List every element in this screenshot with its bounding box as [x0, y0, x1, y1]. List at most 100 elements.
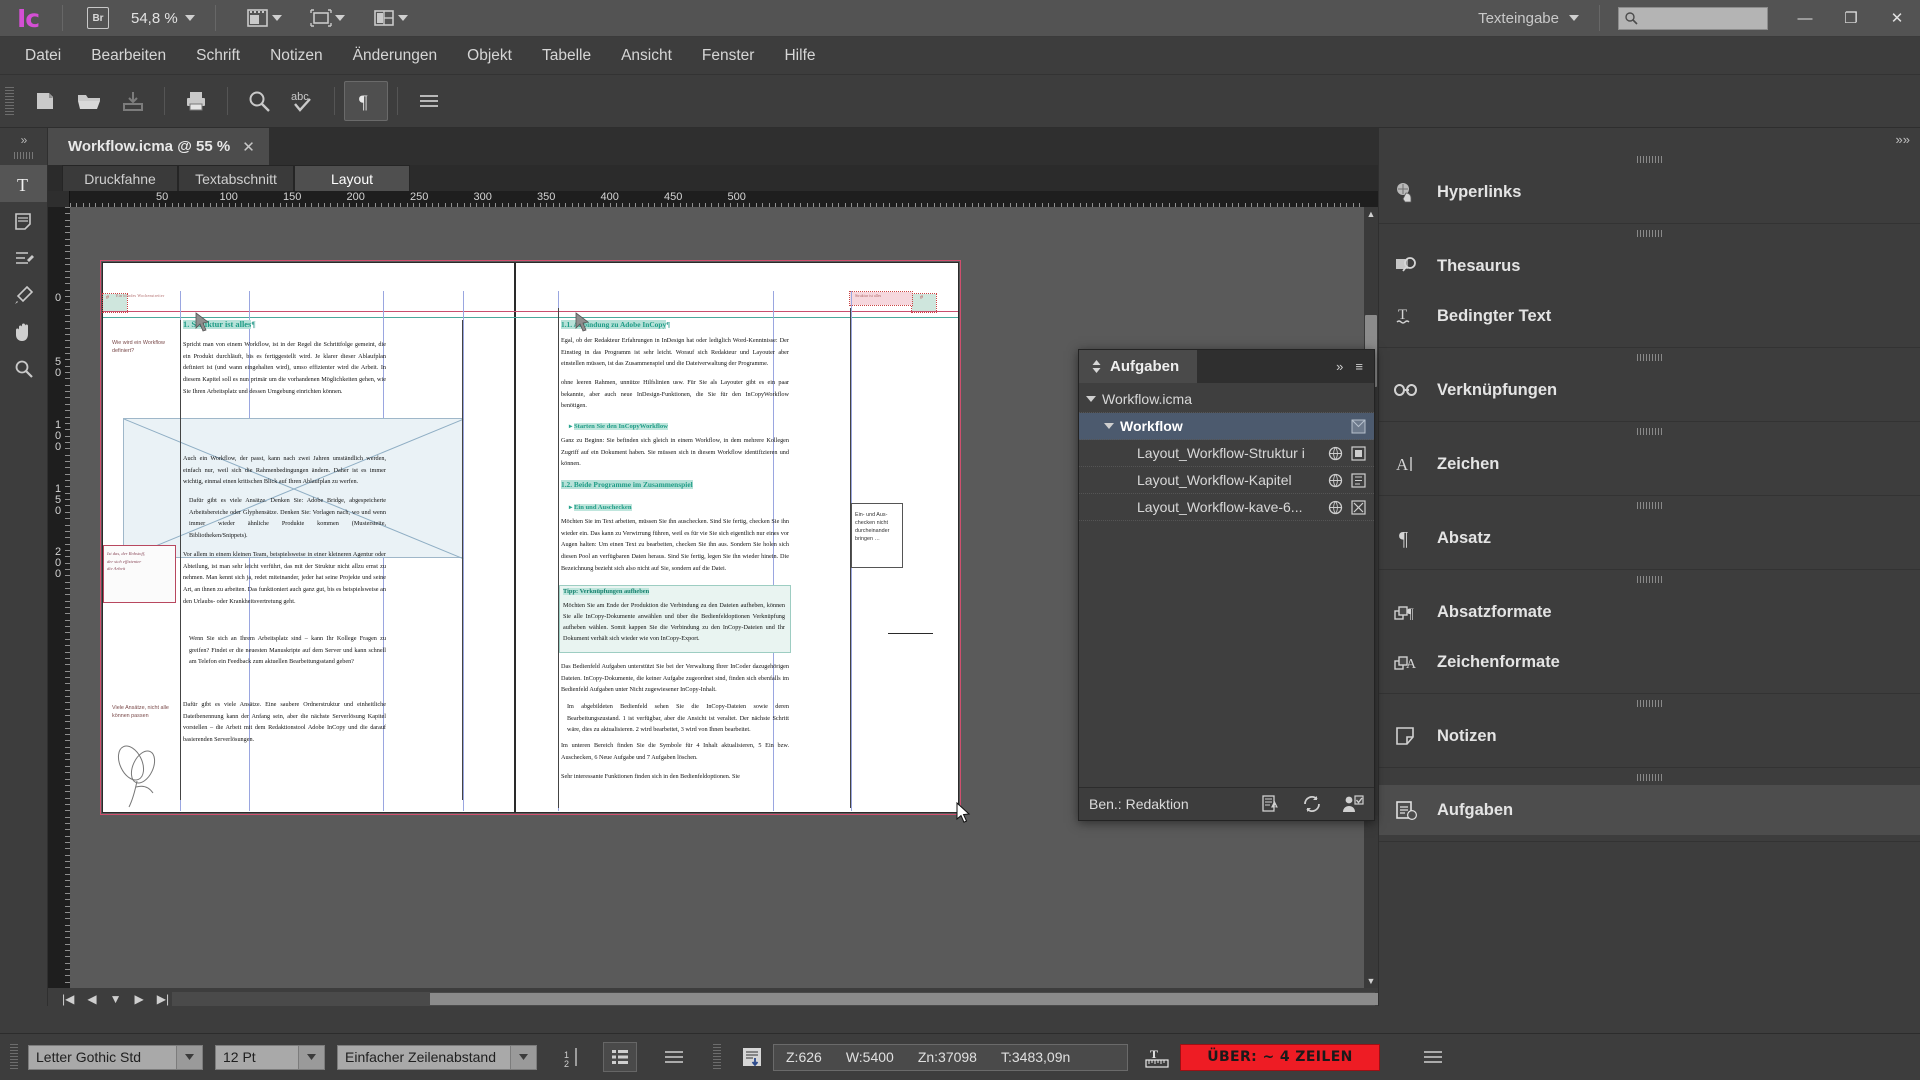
panel-hyperlinks[interactable]: Hyperlinks	[1379, 167, 1920, 217]
check-in-out-icon[interactable]	[1302, 795, 1322, 813]
chevron-down-icon[interactable]	[510, 1045, 536, 1069]
restore-button[interactable]: ❐	[1828, 0, 1874, 37]
outdated-icon[interactable]	[1351, 445, 1366, 461]
available-icon[interactable]	[1328, 446, 1343, 461]
paragraph-align-icon[interactable]: 12	[555, 1042, 589, 1072]
menu-notizen[interactable]: Notizen	[255, 42, 338, 70]
status-menu-icon[interactable]	[1416, 1042, 1450, 1072]
open-document-button[interactable]	[67, 81, 111, 121]
scroll-up-icon[interactable]: ▲	[1364, 207, 1378, 221]
scroll-down-icon[interactable]: ▼	[1364, 974, 1378, 988]
tab-druckfahne[interactable]: Druckfahne	[62, 165, 178, 191]
menu-fenster[interactable]: Fenster	[687, 42, 770, 70]
horizontal-scrollbar[interactable]	[172, 992, 1391, 1006]
zoom-tool[interactable]	[0, 350, 47, 387]
text-statistics-field[interactable]: Z:626 W:5400 Zn:37098 T:3483,09n	[773, 1043, 1128, 1071]
document-tab[interactable]: Workflow.icma @ 55 % ✕	[48, 128, 269, 165]
panel-paragraph-styles[interactable]: ¶ Absatzformate	[1379, 587, 1920, 637]
panel-thesaurus[interactable]: Thesaurus	[1379, 241, 1920, 291]
assignment-row-kapitel[interactable]: Layout_Workflow-Kapitel	[1079, 467, 1374, 494]
track-changes-tool[interactable]	[0, 239, 47, 276]
assignments-panel-tab[interactable]: Aufgaben	[1079, 350, 1198, 383]
chevron-down-icon[interactable]	[176, 1045, 202, 1069]
close-button[interactable]: ✕	[1874, 0, 1920, 37]
menu-objekt[interactable]: Objekt	[452, 42, 527, 70]
panel-character[interactable]: A Zeichen	[1379, 439, 1920, 489]
page-forward-button[interactable]: ▶	[134, 992, 143, 1006]
horizontal-scroll-thumb[interactable]	[430, 993, 1391, 1005]
eyedropper-tool[interactable]	[0, 276, 47, 313]
panel-drag-handle[interactable]	[1636, 428, 1663, 435]
workspace-switcher[interactable]: Texteingabe	[1478, 10, 1593, 27]
menu-icon[interactable]	[657, 1042, 691, 1072]
close-icon[interactable]: ✕	[242, 138, 255, 156]
ruler-corner[interactable]	[48, 191, 70, 207]
dock-collapse-button[interactable]: »»	[1896, 132, 1910, 147]
text-flow-icon[interactable]	[735, 1042, 769, 1072]
minimize-button[interactable]: —	[1782, 0, 1828, 37]
hand-tool[interactable]	[0, 313, 47, 350]
panel-collapse-button[interactable]: »	[1336, 359, 1343, 374]
panel-paragraph[interactable]: ¶ Absatz	[1379, 513, 1920, 563]
type-tool[interactable]: T	[0, 165, 47, 202]
font-family-select[interactable]: Letter Gothic Std	[28, 1044, 203, 1070]
assignment-row-struktur[interactable]: Layout_Workflow-Struktur i	[1079, 440, 1374, 467]
panel-assignments[interactable]: Aufgaben	[1379, 785, 1920, 835]
menu-schrift[interactable]: Schrift	[181, 42, 255, 70]
tools-drag-handle[interactable]	[13, 152, 34, 159]
bridge-icon[interactable]: Br	[87, 7, 109, 29]
screen-mode-button[interactable]	[307, 6, 348, 30]
toolbar-drag-handle[interactable]	[5, 87, 14, 115]
assignment-row-workflow[interactable]: Workflow	[1079, 413, 1374, 440]
find-replace-button[interactable]	[237, 81, 281, 121]
tools-expand-button[interactable]: »	[0, 128, 47, 150]
first-page-button[interactable]: |◀	[62, 992, 74, 1006]
editing-icon[interactable]	[1351, 472, 1366, 488]
panel-links[interactable]: Verknüpfungen	[1379, 365, 1920, 415]
text-measure-icon[interactable]: T	[1140, 1042, 1174, 1072]
menu-bearbeiten[interactable]: Bearbeiten	[76, 42, 181, 70]
panel-drag-handle[interactable]	[1636, 230, 1663, 237]
assignment-row-kave[interactable]: Layout_Workflow-kave-6...	[1079, 494, 1374, 521]
handwritten-note-frame[interactable]: Ist das, der Rohstoff, der sich effizient…	[103, 545, 176, 603]
vertical-ruler[interactable]: 0 50 100 150 200	[48, 207, 70, 988]
new-assignment-icon[interactable]	[1342, 795, 1364, 813]
previous-page-button[interactable]: ◀	[87, 992, 96, 1006]
panel-drag-handle[interactable]	[1636, 700, 1663, 707]
menu-datei[interactable]: Datei	[10, 42, 76, 70]
assignment-row-document[interactable]: Workflow.icma	[1079, 386, 1374, 413]
panel-menu-button[interactable]	[407, 81, 451, 121]
disclosure-triangle-icon[interactable]	[1104, 423, 1114, 429]
leading-select[interactable]: Einfacher Zeilenabstand	[337, 1044, 537, 1070]
checked-out-icon[interactable]	[1351, 499, 1366, 515]
list-icon[interactable]	[603, 1042, 637, 1072]
header-frame-right[interactable]	[911, 293, 937, 313]
chevron-down-icon[interactable]	[298, 1045, 324, 1069]
note-tool[interactable]	[0, 202, 47, 239]
panel-drag-handle[interactable]	[1636, 576, 1663, 583]
horizontal-ruler[interactable]: 50 100 150 200 250 300 350 400 450 500	[70, 191, 1364, 207]
arrange-documents-button[interactable]	[370, 6, 411, 30]
zoom-level-control[interactable]: 54,8 %	[131, 10, 195, 27]
disclosure-triangle-icon[interactable]	[1086, 396, 1096, 402]
tab-layout[interactable]: Layout	[294, 165, 410, 191]
menu-aenderungen[interactable]: Änderungen	[338, 42, 452, 70]
help-search-input[interactable]	[1618, 6, 1768, 30]
view-mode-button[interactable]	[244, 6, 285, 30]
menu-ansicht[interactable]: Ansicht	[606, 42, 687, 70]
print-button[interactable]	[174, 81, 218, 121]
save-document-button[interactable]	[111, 81, 155, 121]
next-page-button[interactable]: ▼	[110, 992, 122, 1006]
panel-drag-handle[interactable]	[1636, 502, 1663, 509]
panel-conditional-text[interactable]: T Bedingter Text	[1379, 291, 1920, 341]
menu-hilfe[interactable]: Hilfe	[769, 42, 830, 70]
show-hidden-characters-button[interactable]: ¶	[344, 81, 388, 121]
assignments-panel[interactable]: Aufgaben » ≡ Workflow.icma Workflow Layo…	[1078, 349, 1375, 821]
available-icon[interactable]	[1328, 473, 1343, 488]
statusbar-divider-grip[interactable]	[713, 1044, 721, 1070]
panel-menu-button[interactable]: ≡	[1355, 359, 1363, 374]
tab-textabschnitt[interactable]: Textabschnitt	[178, 165, 294, 191]
statusbar-drag-handle[interactable]	[10, 1044, 18, 1070]
standalone-text-frame[interactable]	[851, 503, 903, 568]
panel-notes[interactable]: Notizen	[1379, 711, 1920, 761]
